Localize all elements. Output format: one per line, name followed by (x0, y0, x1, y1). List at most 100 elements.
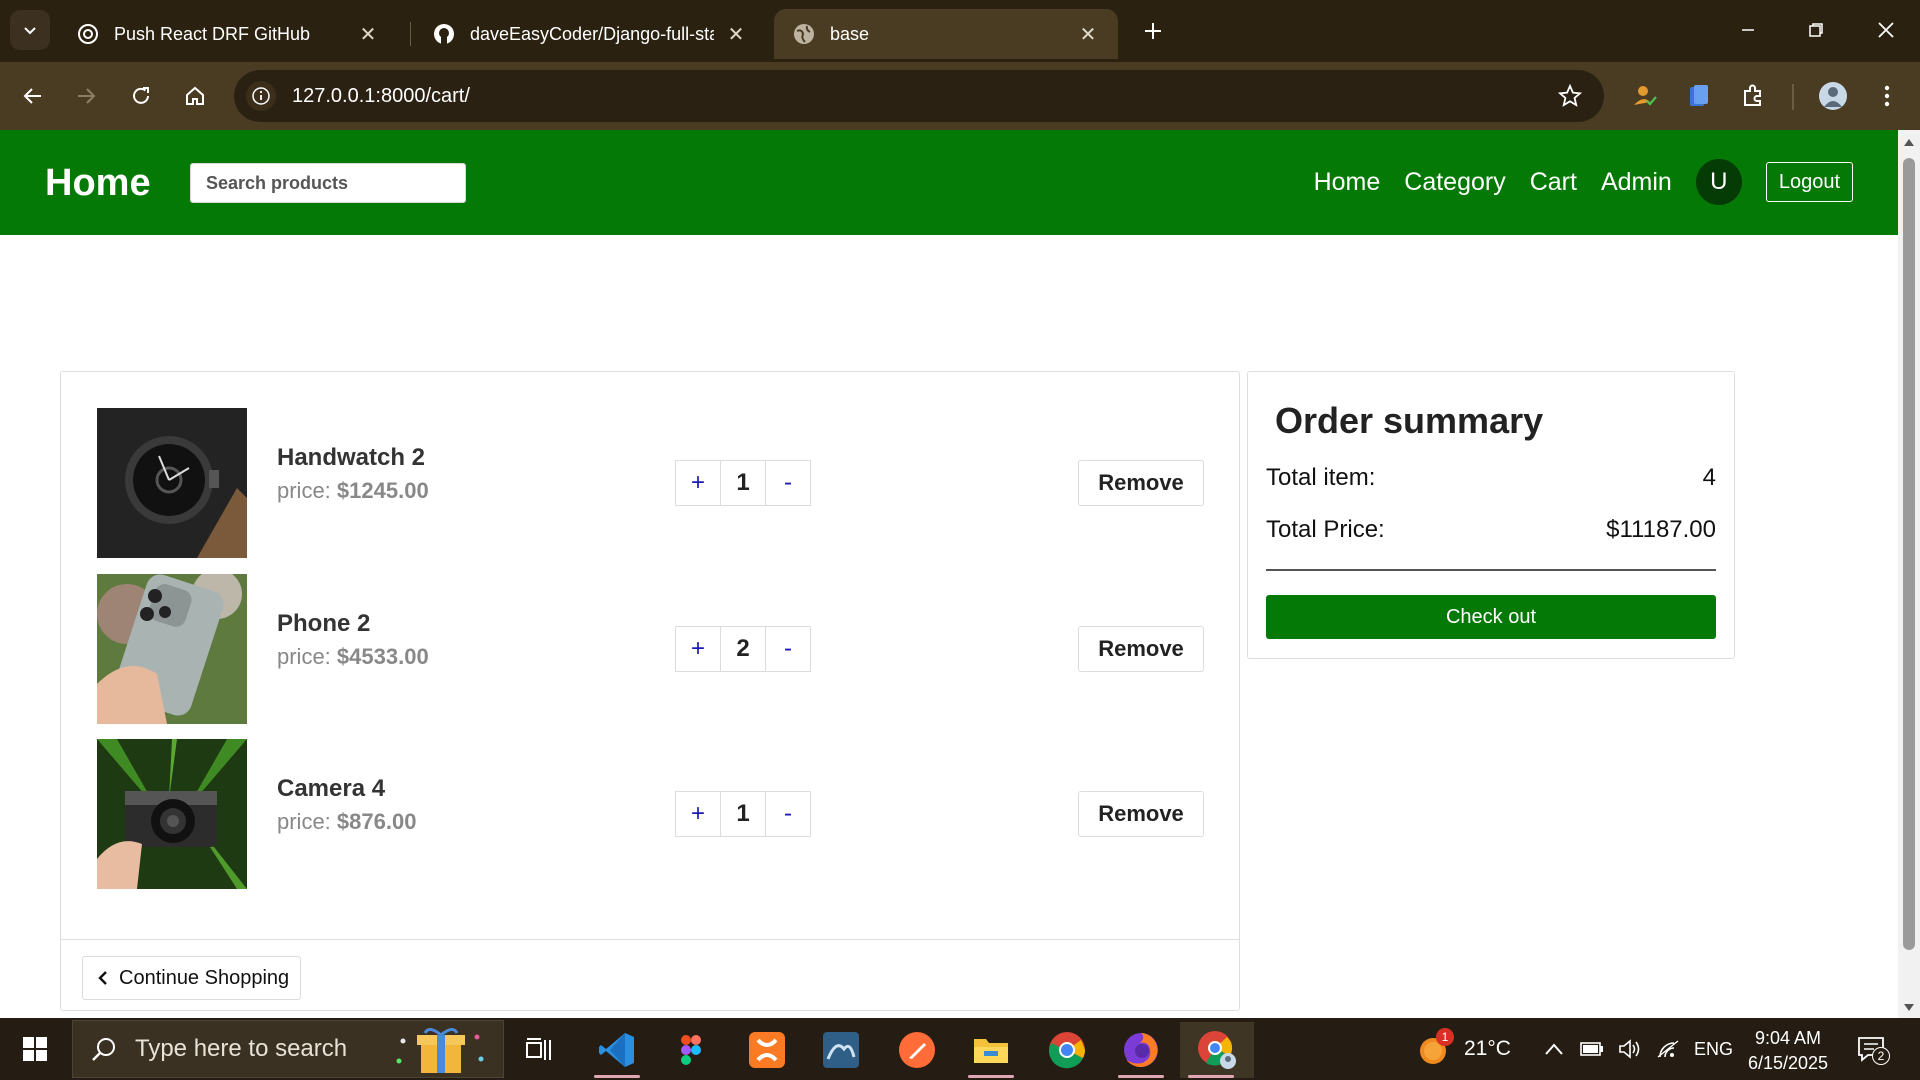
scroll-up-icon[interactable] (1903, 136, 1915, 148)
total-price-label: Total Price: (1266, 516, 1385, 543)
person-check-extension-icon[interactable] (1628, 79, 1662, 113)
close-icon[interactable]: ✕ (1076, 22, 1100, 46)
figma-icon[interactable] (660, 1022, 722, 1078)
search-input[interactable] (190, 163, 466, 203)
back-button[interactable] (14, 77, 52, 115)
price-label: price: (277, 644, 331, 669)
clock-date: 6/15/2025 (1747, 1053, 1829, 1073)
wifi-icon[interactable] (1656, 1039, 1680, 1059)
tab-push-react[interactable]: Push React DRF GitHub ✕ (58, 9, 398, 59)
tab-github-repo[interactable]: daveEasyCoder/Django-full-sta ✕ (414, 9, 766, 59)
weather-widget[interactable]: 1 21°C (1416, 1018, 1511, 1080)
close-icon[interactable]: ✕ (724, 22, 748, 46)
browser-menu-icon[interactable] (1870, 79, 1904, 113)
decrease-quantity-button[interactable]: - (766, 627, 810, 671)
close-window-button[interactable] (1862, 10, 1910, 50)
url-text: 127.0.0.1:8000/cart/ (292, 84, 470, 107)
windows-start-icon[interactable] (10, 1029, 60, 1069)
user-avatar[interactable]: U (1695, 159, 1742, 205)
tab-title: Push React DRF GitHub (114, 23, 311, 44)
mysql-workbench-icon[interactable] (810, 1022, 872, 1078)
arrow-left-icon (23, 88, 41, 104)
minimize-icon (1742, 29, 1754, 31)
vscode-icon[interactable] (586, 1022, 648, 1078)
bookmark-star-icon[interactable] (1550, 76, 1590, 116)
total-item-row: Total item: 4 (1266, 464, 1716, 492)
extensions-puzzle-icon[interactable] (1736, 79, 1770, 113)
home-button[interactable] (176, 77, 214, 115)
quantity-stepper: + 1 - (675, 791, 811, 837)
xampp-icon[interactable] (736, 1022, 798, 1078)
total-price-row: Total Price: $11187.00 (1266, 516, 1716, 544)
restore-icon (1809, 23, 1823, 37)
price-value: $1245.00 (336, 478, 429, 503)
cart-divider (61, 939, 1239, 940)
tab-base[interactable]: base ✕ (774, 9, 1118, 59)
site-info-icon[interactable] (246, 81, 276, 111)
taskbar-search-box[interactable]: Type here to search (72, 1020, 504, 1078)
address-bar[interactable]: 127.0.0.1:8000/cart/ (234, 70, 1604, 122)
remove-button[interactable]: Remove (1078, 460, 1204, 506)
volume-icon[interactable] (1618, 1039, 1642, 1059)
page-scrollbar[interactable] (1898, 130, 1920, 1018)
handwatch-image[interactable] (97, 408, 247, 558)
globe-icon (792, 22, 816, 46)
nav-category-link[interactable]: Category (1404, 168, 1505, 197)
logout-button[interactable]: Logout (1765, 162, 1853, 202)
notification-count: 2 (1872, 1047, 1890, 1065)
decrease-quantity-button[interactable]: - (766, 461, 810, 505)
weather-badge: 1 (1436, 1028, 1454, 1046)
remove-button[interactable]: Remove (1078, 791, 1204, 837)
phone-image[interactable] (97, 574, 247, 724)
increase-quantity-button[interactable]: + (676, 792, 720, 836)
tab-search-button[interactable] (10, 10, 50, 50)
item-name: Camera 4 (277, 775, 386, 802)
minimize-button[interactable] (1724, 10, 1772, 50)
file-explorer-icon[interactable] (960, 1022, 1022, 1078)
chevron-left-icon (97, 970, 109, 986)
chevron-down-icon (24, 27, 36, 35)
increase-quantity-button[interactable]: + (676, 461, 720, 505)
nav-links: Home Category Cart Admin U Logout (1314, 156, 1853, 208)
order-summary-card: Order summary Total item: 4 Total Price:… (1247, 371, 1735, 659)
price-value: $876.00 (336, 809, 417, 834)
clock-time: 9:04 AM (1754, 1028, 1822, 1048)
reload-button[interactable] (122, 77, 160, 115)
nav-home-link[interactable]: Home (1314, 168, 1381, 197)
new-tab-button[interactable] (1136, 14, 1170, 48)
nav-admin-link[interactable]: Admin (1601, 168, 1672, 197)
cart-item: Handwatch 2 price: $1245.00 + 1 - Remove (97, 408, 1207, 558)
scroll-thumb[interactable] (1903, 158, 1915, 950)
chrome-profile-icon[interactable] (1180, 1022, 1254, 1078)
continue-shopping-button[interactable]: Continue Shopping (82, 956, 301, 1000)
profile-avatar[interactable] (1816, 79, 1850, 113)
brand-link[interactable]: Home (45, 162, 151, 205)
nav-cart-link[interactable]: Cart (1530, 168, 1577, 197)
taskbar-clock[interactable]: 9:04 AM 6/15/2025 (1738, 1026, 1838, 1076)
task-view-icon[interactable] (508, 1022, 570, 1078)
camera-image[interactable] (97, 739, 247, 889)
price-value: $4533.00 (336, 644, 429, 669)
quantity-value: 1 (720, 792, 766, 836)
scroll-down-icon[interactable] (1903, 1002, 1915, 1014)
decrease-quantity-button[interactable]: - (766, 792, 810, 836)
language-indicator[interactable]: ENG (1694, 1039, 1733, 1060)
document-extension-icon[interactable] (1682, 79, 1716, 113)
notification-center[interactable]: 2 (1856, 1018, 1890, 1080)
close-icon[interactable]: ✕ (356, 22, 380, 46)
quantity-stepper: + 1 - (675, 460, 811, 506)
restore-button[interactable] (1792, 10, 1840, 50)
increase-quantity-button[interactable]: + (676, 627, 720, 671)
postman-icon[interactable] (886, 1022, 948, 1078)
total-item-value: 4 (1702, 464, 1716, 491)
tab-title: daveEasyCoder/Django-full-sta (470, 23, 714, 44)
checkout-button[interactable]: Check out (1266, 595, 1716, 639)
order-summary-title: Order summary (1275, 400, 1544, 441)
chevron-up-icon[interactable] (1544, 1042, 1564, 1056)
battery-icon[interactable] (1580, 1041, 1604, 1057)
remove-button[interactable]: Remove (1078, 626, 1204, 672)
firefox-icon[interactable] (1110, 1022, 1172, 1078)
item-price: price: $4533.00 (277, 644, 429, 670)
forward-button[interactable] (67, 77, 105, 115)
chrome-icon[interactable] (1036, 1022, 1098, 1078)
